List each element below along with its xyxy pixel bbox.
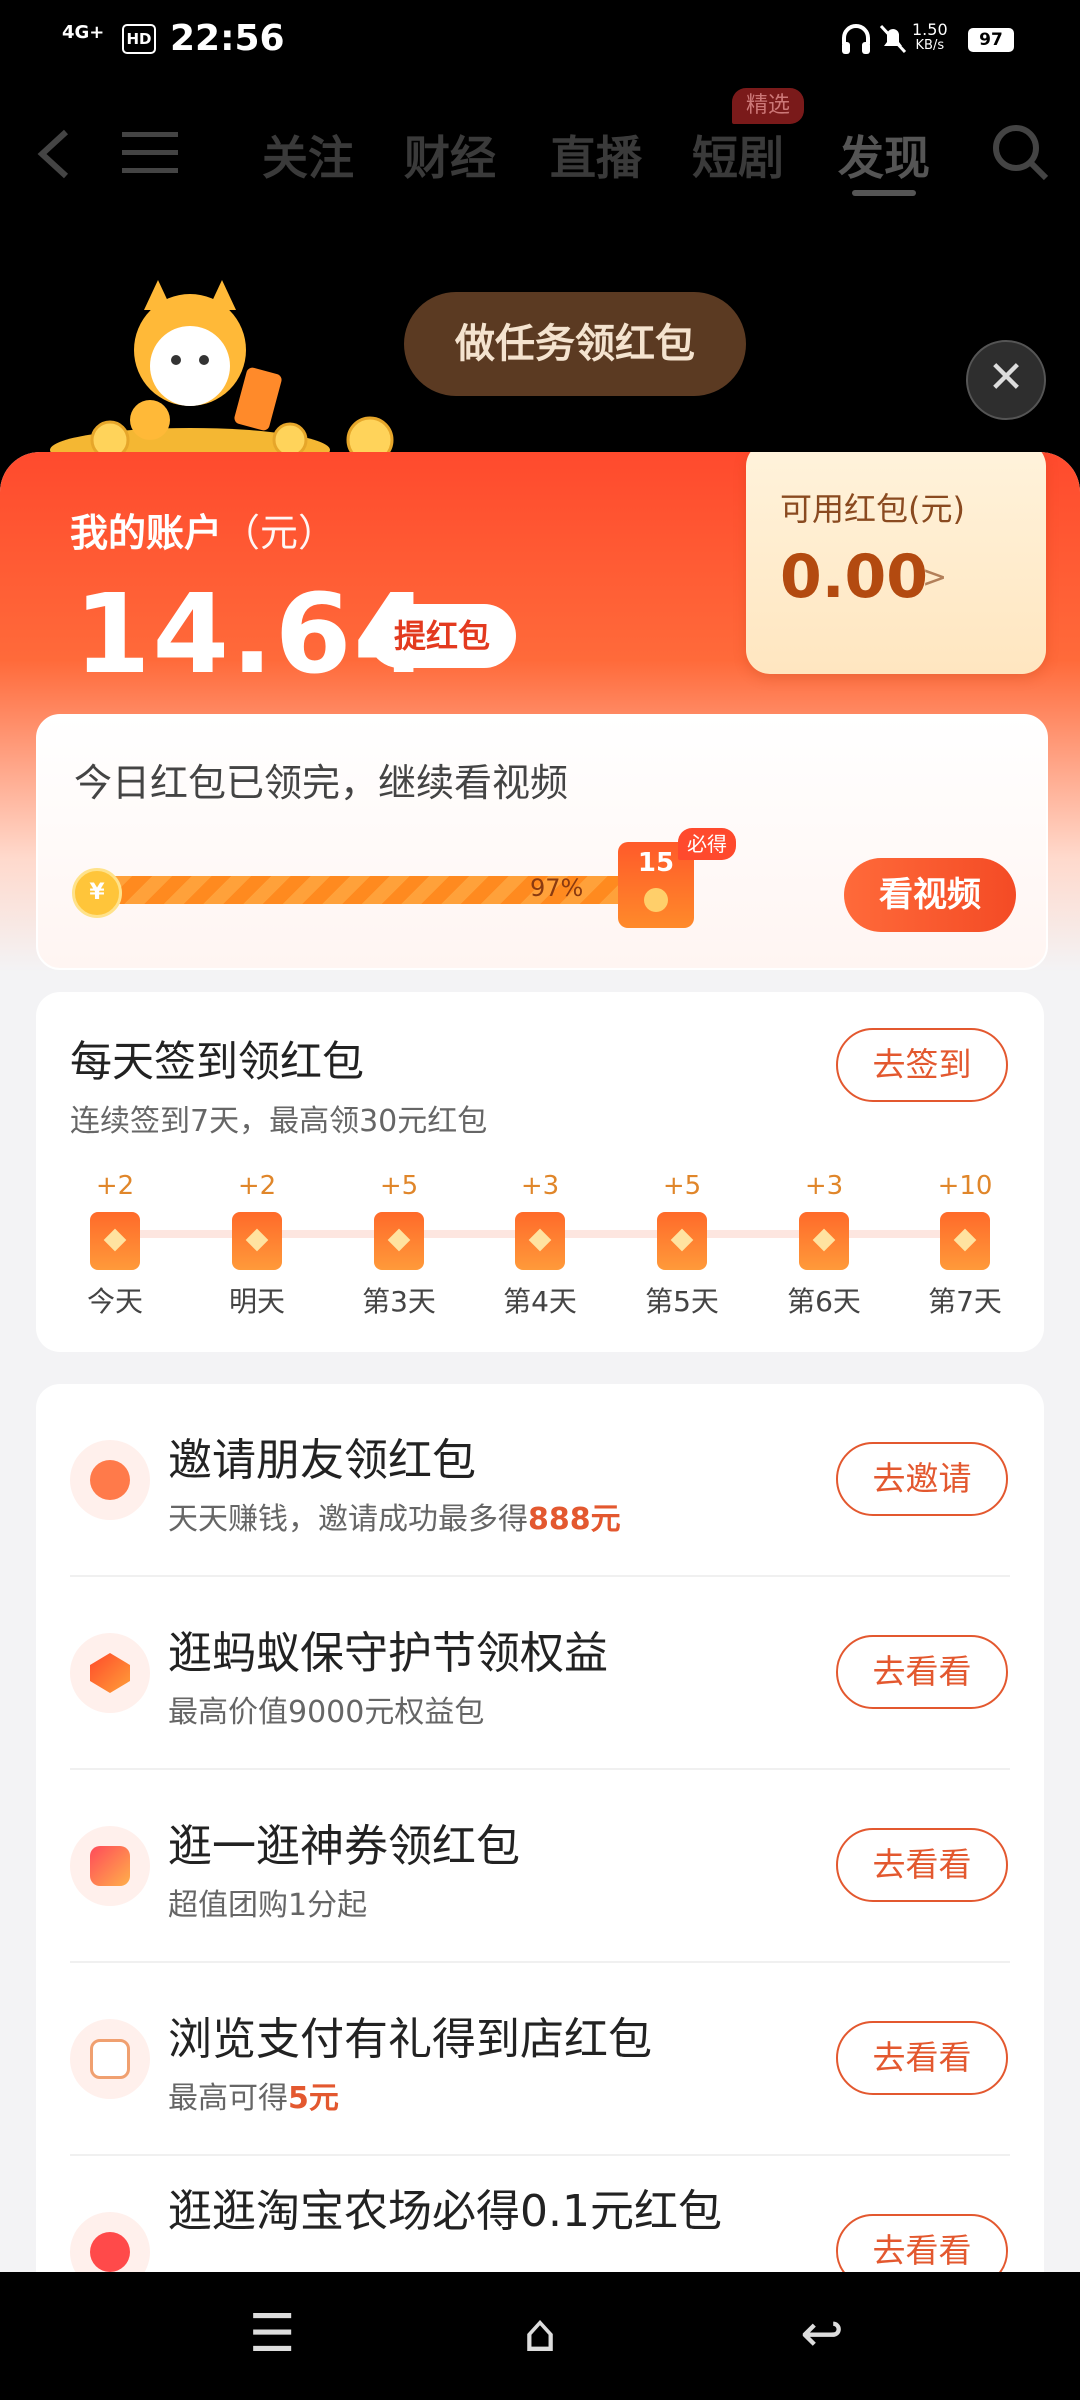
- account-title: 我的账户（元）: [70, 511, 337, 555]
- mute-bell-icon: [879, 24, 907, 54]
- watch-video-button[interactable]: 看视频: [844, 858, 1016, 932]
- battery-indicator: 97: [968, 28, 1014, 52]
- search-icon[interactable]: [990, 122, 1050, 182]
- status-bar: 4G+ HD 22:56 1.50 KB/s 97: [0, 0, 1080, 80]
- view-button[interactable]: 去看看: [836, 1828, 1008, 1902]
- chevron-right-icon: >: [922, 560, 948, 595]
- hd-icon: HD: [122, 24, 156, 54]
- task-title: 逛逛淘宝农场必得0.1元红包: [168, 2186, 722, 2237]
- redpack-icon: [940, 1212, 990, 1270]
- tab-live[interactable]: 直播: [550, 122, 642, 188]
- network-indicator: 4G+: [62, 22, 105, 43]
- view-button[interactable]: 去看看: [836, 2214, 1008, 2272]
- signin-day: +5 第5天: [645, 1171, 719, 1318]
- watch-message: 今日红包已领完，继续看视频: [74, 761, 569, 805]
- view-button[interactable]: 去看看: [836, 1635, 1008, 1709]
- redpack-icon: [657, 1212, 707, 1270]
- redpack-icon: [799, 1212, 849, 1270]
- withdraw-button[interactable]: 提红包: [368, 604, 516, 668]
- redpack-value: 0.00: [780, 542, 929, 612]
- signin-days: +2 今天 +2 明天 +5 第3天 +3 第4天 +5 第5天 +3 第6天 +10 第7天: [36, 1168, 1044, 1328]
- task-title: 浏览支付有礼得到店红包: [168, 2014, 652, 2065]
- cup-icon: [70, 2019, 150, 2099]
- tab-follow[interactable]: 关注: [262, 122, 354, 188]
- watch-video-card: 今日红包已领完，继续看视频 ¥ 97% 15 必得 看视频: [36, 714, 1048, 970]
- active-tab-indicator: [852, 190, 916, 196]
- rewards-sheet: 我的账户（元） 14.64 提红包 可用红包(元) 0.00 > 今日红包已领完…: [0, 452, 1080, 2272]
- signin-day: +3 第4天: [503, 1171, 577, 1318]
- signin-day: +5 第3天: [362, 1171, 436, 1318]
- list-item: 逛蚂蚁保守护节领权益 最高价值9000元权益包 去看看: [36, 1577, 1044, 1770]
- invite-button[interactable]: 去邀请: [836, 1442, 1008, 1516]
- featured-badge: 精选: [732, 88, 804, 124]
- tab-finance[interactable]: 财经: [404, 122, 496, 188]
- task-subtitle: 天天赚钱，邀请成功最多得888元: [168, 1502, 621, 1537]
- must-get-badge: 必得: [678, 828, 736, 860]
- tab-short-drama[interactable]: 短剧: [692, 122, 784, 188]
- redpack-icon: [232, 1212, 282, 1270]
- back-icon[interactable]: [34, 126, 74, 182]
- task-title: 邀请朋友领红包: [168, 1435, 476, 1486]
- menu-icon[interactable]: [122, 128, 178, 178]
- task-subtitle: 最高价值9000元权益包: [168, 1695, 485, 1730]
- signin-card: 每天签到领红包 连续签到7天，最高领30元红包 去签到 +2 今天 +2 明天 +5…: [36, 992, 1044, 1352]
- progress-label: 97%: [530, 874, 584, 902]
- view-button[interactable]: 去看看: [836, 2021, 1008, 2095]
- coupon-icon: [70, 1826, 150, 1906]
- signin-button[interactable]: 去签到: [836, 1028, 1008, 1102]
- mascot-cat-illustration: [50, 280, 394, 470]
- network-speed: 1.50 KB/s: [912, 20, 948, 54]
- tasks-list: 邀请朋友领红包 天天赚钱，邀请成功最多得888元 去邀请 逛蚂蚁保守护节领权益 …: [36, 1384, 1044, 2272]
- available-redpack-card[interactable]: 可用红包(元) 0.00 >: [746, 452, 1046, 674]
- signin-day: +2 今天: [86, 1171, 143, 1318]
- task-title: 逛蚂蚁保守护节领权益: [168, 1628, 608, 1679]
- coin-icon: ¥: [72, 868, 122, 918]
- redpack-icon: [374, 1212, 424, 1270]
- farm-icon: [70, 2212, 150, 2272]
- signin-title: 每天签到领红包: [70, 1037, 365, 1086]
- task-subtitle: 超值团购1分起: [168, 1888, 368, 1923]
- signin-subtitle: 连续签到7天，最高领30元红包: [70, 1104, 488, 1139]
- system-nav-bar: ☰ ⌂ ↩: [0, 2272, 1080, 2400]
- close-button[interactable]: ✕: [966, 340, 1046, 420]
- redpack-icon: [515, 1212, 565, 1270]
- home-button[interactable]: ⌂: [500, 2304, 580, 2364]
- redpack-label: 可用红包(元): [780, 490, 965, 528]
- headphone-icon: [842, 24, 870, 54]
- back-button[interactable]: ↩: [782, 2304, 862, 2364]
- list-item: 逛逛淘宝农场必得0.1元红包 去看看: [36, 2156, 1044, 2272]
- task-bubble-title: 做任务领红包: [404, 292, 746, 396]
- clock: 22:56: [170, 18, 285, 59]
- shield-icon: [70, 1633, 150, 1713]
- signin-day: +2 明天: [228, 1171, 285, 1318]
- friends-icon: [70, 1440, 150, 1520]
- list-item: 邀请朋友领红包 天天赚钱，邀请成功最多得888元 去邀请: [36, 1384, 1044, 1577]
- task-title: 逛一逛神券领红包: [168, 1821, 520, 1872]
- task-subtitle: 最高可得5元: [168, 2081, 339, 2116]
- tab-discover[interactable]: 发现: [838, 122, 930, 188]
- list-item: 浏览支付有礼得到店红包 最高可得5元 去看看: [36, 1963, 1044, 2156]
- watch-progress-bar: ¥ 97%: [72, 868, 656, 918]
- redpack-icon: [90, 1212, 140, 1270]
- signin-day: +3 第6天: [787, 1171, 861, 1318]
- top-nav: 关注 财经 直播 短剧 发现 精选: [0, 88, 1080, 200]
- list-item: 逛一逛神券领红包 超值团购1分起 去看看: [36, 1770, 1044, 1963]
- signin-day: +10 第7天: [928, 1171, 1002, 1318]
- recent-apps-button[interactable]: ☰: [232, 2304, 312, 2364]
